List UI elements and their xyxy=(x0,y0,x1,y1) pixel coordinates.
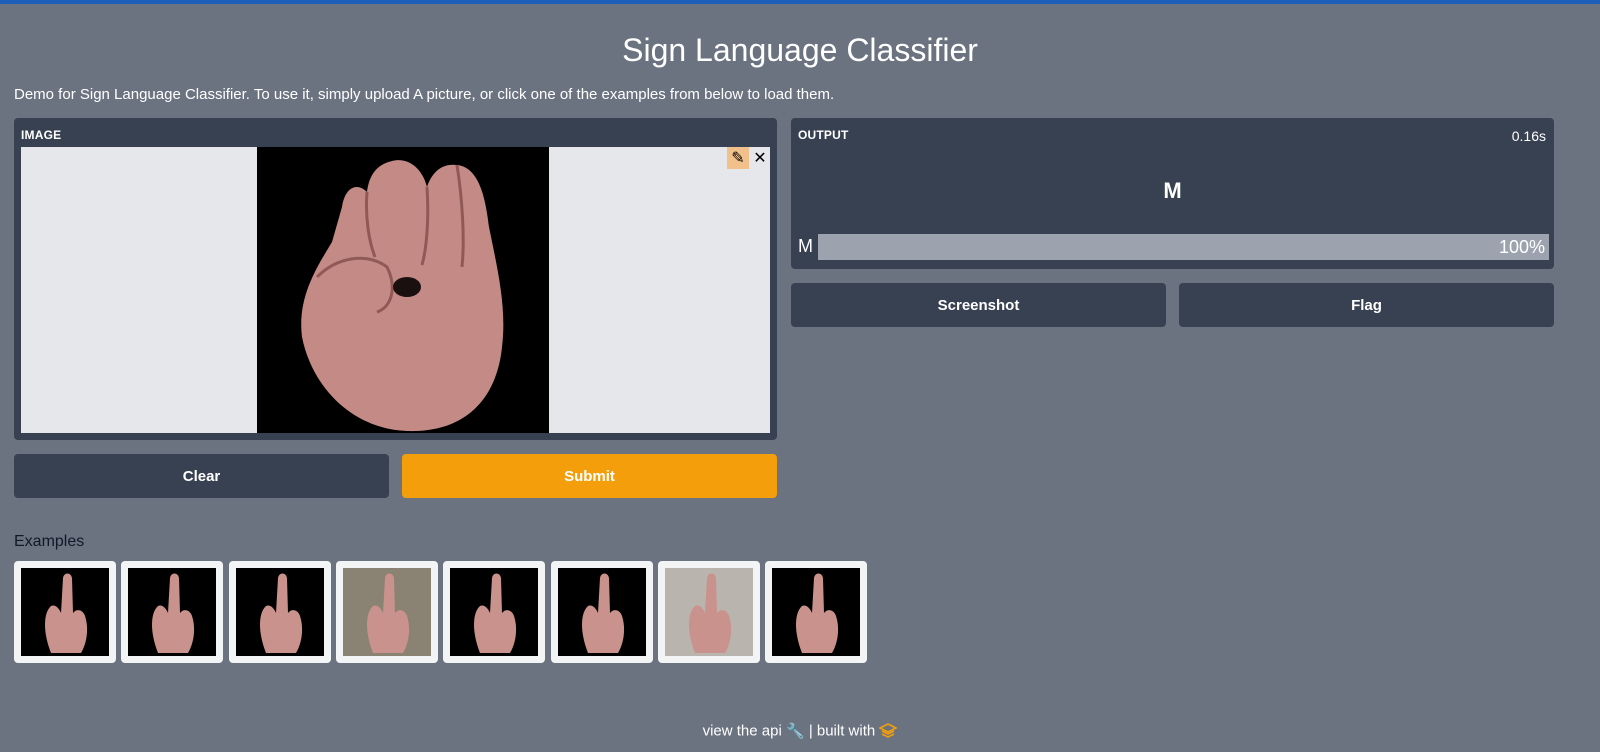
example-image xyxy=(128,568,216,656)
example-thumbnail[interactable] xyxy=(551,561,653,663)
clear-image-button[interactable]: ✕ xyxy=(749,147,771,169)
confidence-bar: 100% xyxy=(818,234,1549,260)
image-upload-area[interactable]: ✎ ✕ xyxy=(21,147,770,433)
hand-fist-illustration xyxy=(257,147,549,433)
output-panel: OUTPUT 0.16s M M 100% xyxy=(791,118,1554,269)
example-thumbnail[interactable] xyxy=(14,561,116,663)
submit-button[interactable]: Submit xyxy=(402,454,777,498)
example-image xyxy=(772,568,860,656)
example-image xyxy=(21,568,109,656)
image-input-panel: IMAGE ✎ ✕ xyxy=(14,118,777,440)
example-image xyxy=(665,568,753,656)
examples-title: Examples xyxy=(14,533,85,550)
flag-button[interactable]: Flag xyxy=(1179,283,1554,327)
example-thumbnail[interactable] xyxy=(443,561,545,663)
wrench-icon: 🔧 xyxy=(785,723,805,741)
predicted-label: M xyxy=(1163,178,1182,203)
example-thumbnail[interactable] xyxy=(658,561,760,663)
page-description: Demo for Sign Language Classifier. To us… xyxy=(14,86,835,103)
output-label: OUTPUT xyxy=(798,128,849,142)
view-api-link[interactable]: view the api xyxy=(703,723,782,740)
built-with-text: | built with xyxy=(808,722,876,740)
page-title: Sign Language Classifier xyxy=(622,32,978,68)
example-thumbnail[interactable] xyxy=(765,561,867,663)
example-thumbnail[interactable] xyxy=(121,561,223,663)
edit-image-button[interactable]: ✎ xyxy=(727,147,749,169)
inference-time: 0.16s xyxy=(1511,128,1546,144)
confidence-bar-label: M xyxy=(798,236,813,256)
example-image xyxy=(450,568,538,656)
footer: view the api 🔧 | built with xyxy=(0,722,1600,740)
example-thumbnail[interactable] xyxy=(229,561,331,663)
example-thumbnail[interactable] xyxy=(336,561,438,663)
image-label: IMAGE xyxy=(21,128,62,142)
confidence-bar-fill xyxy=(818,234,1549,260)
pencil-icon: ✎ xyxy=(731,150,745,167)
example-image xyxy=(236,568,324,656)
screenshot-button[interactable]: Screenshot xyxy=(791,283,1166,327)
example-image xyxy=(558,568,646,656)
top-accent-bar xyxy=(0,0,1600,4)
uploaded-hand-image xyxy=(257,147,549,433)
confidence-percent: 100% xyxy=(1498,237,1545,257)
clear-button[interactable]: Clear xyxy=(14,454,389,498)
gradio-logo-icon[interactable] xyxy=(878,723,899,739)
example-image xyxy=(343,568,431,656)
close-icon: ✕ xyxy=(753,150,767,167)
